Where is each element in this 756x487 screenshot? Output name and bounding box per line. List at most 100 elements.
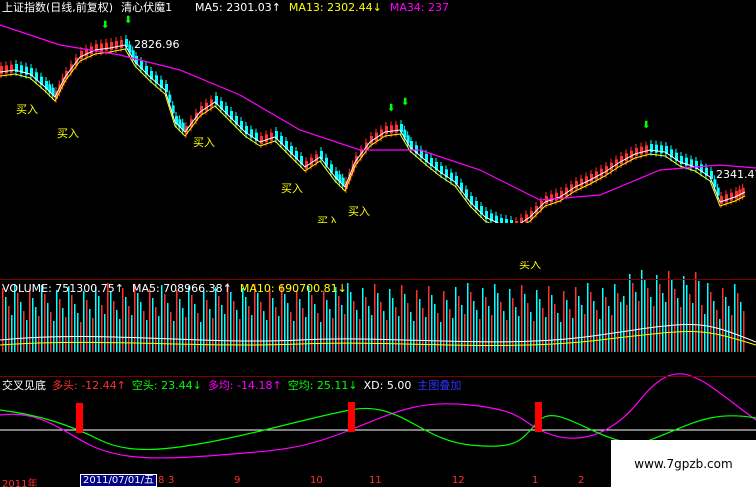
volume-bar [11,315,13,352]
volume-bar [608,306,610,352]
volume-bar [524,294,526,352]
volume-bar [329,309,331,352]
volume-bar [638,301,640,352]
volume-bar [335,287,337,352]
volume-bar [446,300,448,352]
volume-bar [509,289,511,352]
volume-bar [650,297,652,352]
volume-bar [743,311,745,352]
volume-bar [86,300,88,352]
volume-bar [8,306,10,352]
volume-bar [26,320,28,352]
volume-bar [59,299,61,352]
indicator-header: 交叉见底 多头: -12.44↑ 空头: 23.44↓ 多均: -14.18↑ 空均: … [2,380,461,392]
volume-bar [593,301,595,352]
volume-bar [215,287,217,352]
volume-bar [212,318,214,352]
candle-body [738,189,742,198]
volume-bar [20,302,22,352]
candle-body [630,150,633,159]
volume-bar [500,302,502,352]
volume-bar [656,275,658,352]
volume-bar [665,302,667,352]
overlay-main-link[interactable]: 主图叠加 [417,379,461,392]
volume-bar [566,300,568,352]
selected-date-box[interactable]: 2011/07/01/五 [80,474,158,487]
volume-bar [554,304,556,352]
volume-bar [188,286,190,352]
volume-bar [482,288,484,352]
candle-body [580,178,583,187]
volume-bar [2,288,4,352]
volume-bar [65,317,67,352]
signal-arrow-icon: ⬇ [101,20,110,31]
volume-bar [257,293,259,352]
candle-body [80,51,83,59]
volume-bar [38,316,40,352]
panel-separator [0,279,756,280]
volume-bar [230,292,232,352]
candle-body [645,145,648,154]
volume-bar [548,286,550,352]
volume-bar [713,301,715,352]
volume-bar [473,301,475,352]
volume-bar [542,308,544,352]
volume-bar [170,312,172,352]
axis-year-label: 2011年 [2,479,38,487]
volume-bar [596,310,598,352]
volume-bar [113,301,115,352]
volume-bar [413,321,415,352]
volume-bar [635,292,637,352]
signal-arrow-icon: ⬇ [642,120,651,131]
volume-bar [305,317,307,352]
buy-label: 买入 [281,182,303,195]
volume-bar [224,314,226,352]
signal-arrow-icon: ⬇ [401,97,410,108]
candle-body [720,196,723,204]
volume-bar [632,283,634,352]
volume-bar [149,289,151,352]
volume-bar [620,302,622,352]
volume-bar [722,288,724,352]
volume-bar [614,284,616,352]
volume-bar [716,310,718,352]
volume-bar [167,303,169,352]
volume-bar [5,297,7,352]
volume-bar [296,290,298,352]
volume-bar [41,285,43,352]
volume-bar [440,322,442,352]
volume-bar [236,310,238,352]
candle-body [120,40,123,48]
volume-bar [368,306,370,352]
volume-bar [410,312,412,352]
volume-bar [380,302,382,352]
volume-bar [680,307,682,352]
candle-body [555,192,558,201]
volume-value: VOLUME: 751300.75↑ [2,282,124,295]
candle-body [595,171,598,180]
volume-bar [197,313,199,352]
volume-bar [281,285,283,352]
volume-bar [536,290,538,352]
volume-bar [104,314,106,352]
axis-month-label: 9 [234,475,241,486]
watermark: www.7gpzb.com [611,440,756,487]
volume-bar [155,307,157,352]
volume-bar [89,309,91,352]
panel-separator [0,376,756,377]
volume-bar [602,288,604,352]
candle-body [115,41,118,49]
last-price-label: 2341.47 [716,168,756,181]
volume-bar [740,302,742,352]
volume-bar [443,291,445,352]
candle-body [270,132,273,141]
volume-bar [290,312,292,352]
volume-bar [692,303,694,352]
volume-bar [569,309,571,352]
volume-bar [116,310,118,352]
volume-ma5: MA5: 708966.38↑ [131,282,232,295]
volume-bar [416,290,418,352]
volume-bar [35,307,37,352]
volume-bar [182,308,184,352]
volume-bar [728,306,730,352]
